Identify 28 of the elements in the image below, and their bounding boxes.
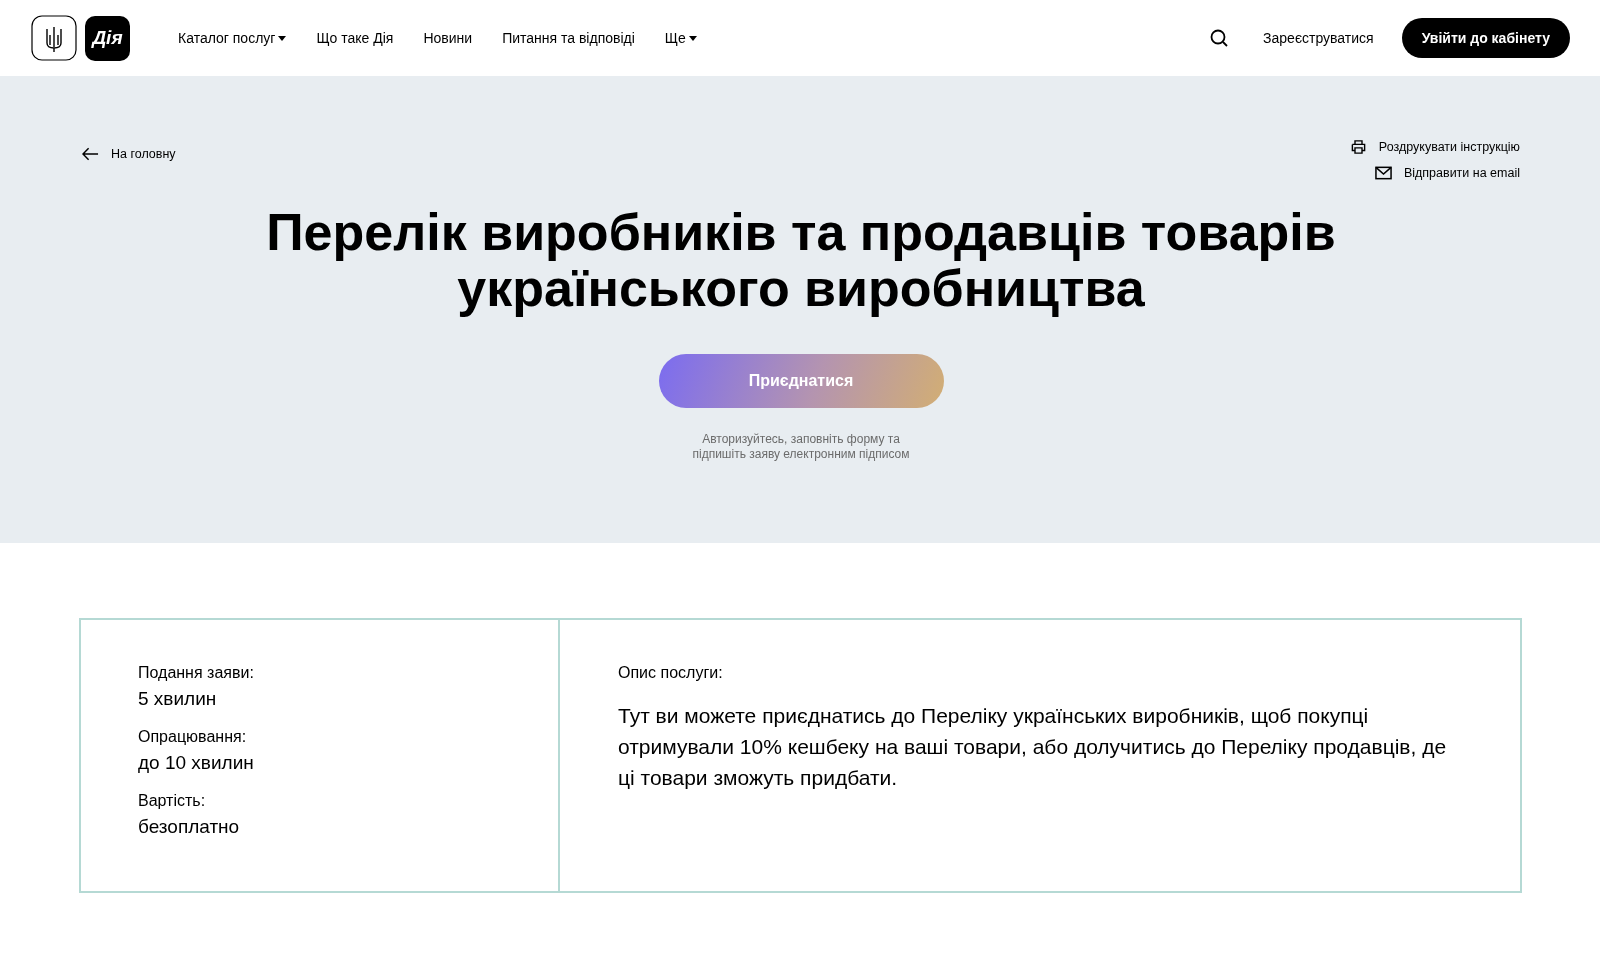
nav-link[interactable]: Питання та відповіді	[502, 30, 635, 46]
trident-logo-icon[interactable]	[31, 15, 77, 61]
search-icon[interactable]	[1209, 28, 1230, 48]
fact-value: до 10 хвилин	[138, 752, 255, 774]
back-link[interactable]: На головну	[82, 147, 176, 161]
description-label: Опис послуги:	[618, 664, 724, 682]
envelope-icon	[1374, 166, 1392, 180]
app-logo[interactable]: Дія	[85, 15, 130, 61]
nav-link[interactable]: Ще	[664, 30, 697, 46]
fact-value: безоплатно	[138, 816, 241, 838]
page-title: Перелік виробників та продавців товарів українського виробництва	[265, 202, 1337, 318]
description-text: Тут ви можете приєднатись до Переліку українських виробників, щоб покупці отримували 10% кешбеку на ваші товари, або долучитись до Переліку продавців, де ці товари зможуть придбати.	[618, 703, 1448, 791]
fact-label: Опрацювання:	[138, 728, 248, 746]
back-arrow-icon	[82, 147, 99, 161]
fact-value: 5 хвилин	[138, 688, 218, 710]
action-link[interactable]: Відправити на email	[1374, 166, 1520, 180]
nav-link[interactable]: Що таке Дія	[316, 30, 394, 46]
action-link[interactable]: Роздрукувати інструкцію	[1349, 140, 1520, 154]
login-button[interactable]: Увійти до кабінету	[1401, 18, 1570, 58]
nav-link[interactable]: Новини	[423, 30, 473, 46]
fact-label: Вартість:	[138, 792, 207, 810]
caret-icon	[688, 35, 697, 41]
fact-label: Подання заяви:	[138, 664, 255, 682]
printer-icon	[1349, 140, 1367, 154]
hint-text: Авторизуйтесь, заповніть форму та підпишіть заяву електронним підписом	[691, 432, 911, 462]
caret-icon	[278, 35, 287, 41]
nav-link[interactable]: Каталог послуг	[178, 30, 287, 46]
register-link[interactable]: Зареєструватися	[1263, 30, 1374, 46]
